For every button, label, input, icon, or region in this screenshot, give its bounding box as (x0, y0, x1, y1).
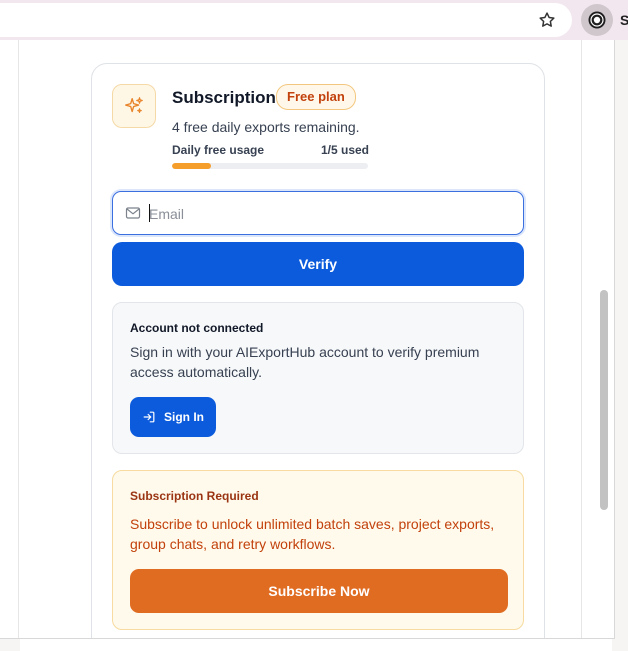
email-field[interactable] (112, 191, 524, 236)
remaining-exports-text: 4 free daily exports remaining. (172, 119, 360, 135)
browser-toolbar: S (0, 0, 628, 40)
partial-toolbar-item: S (620, 12, 628, 28)
subscription-card: Subscription Free plan 4 free daily expo… (91, 63, 545, 638)
extension-button[interactable] (581, 4, 613, 36)
subscription-required-title: Subscription Required (130, 489, 259, 503)
account-status-description: Sign in with your AIExportHub account to… (130, 344, 480, 380)
sparkle-icon-box (112, 84, 156, 128)
subscribe-now-button[interactable]: Subscribe Now (130, 569, 508, 613)
account-status-title: Account not connected (130, 321, 264, 335)
sparkle-icon (125, 97, 143, 113)
popup-content-column: Subscription Free plan 4 free daily expo… (18, 40, 582, 638)
address-bar[interactable] (0, 3, 572, 37)
subscription-required-panel: Subscription Required Subscribe to unloc… (112, 470, 524, 630)
usage-label: Daily free usage (172, 143, 265, 157)
star-outline-icon (539, 12, 555, 27)
subscription-title: Subscription (172, 88, 276, 107)
usage-count: 1/5 used (320, 143, 369, 157)
account-status-panel: Account not connected Sign in with your … (112, 302, 524, 454)
sign-in-icon (143, 411, 155, 423)
sign-in-label: Sign In (164, 410, 204, 424)
verify-button[interactable]: Verify (112, 242, 524, 286)
extension-popup: Subscription Free plan 4 free daily expo… (0, 40, 615, 639)
subscription-required-description: Subscribe to unlock unlimited batch save… (130, 516, 495, 552)
mail-icon (125, 207, 141, 219)
extension-badge-icon (588, 11, 606, 29)
usage-progress-fill (172, 163, 212, 169)
popup-scrollbar[interactable] (600, 290, 608, 510)
sign-in-button[interactable]: Sign In (130, 397, 216, 437)
email-input[interactable] (147, 192, 511, 236)
text-caret (149, 204, 150, 222)
bookmark-star-button[interactable] (536, 9, 558, 31)
plan-badge: Free plan (276, 84, 356, 110)
usage-progress-bar (172, 163, 368, 169)
